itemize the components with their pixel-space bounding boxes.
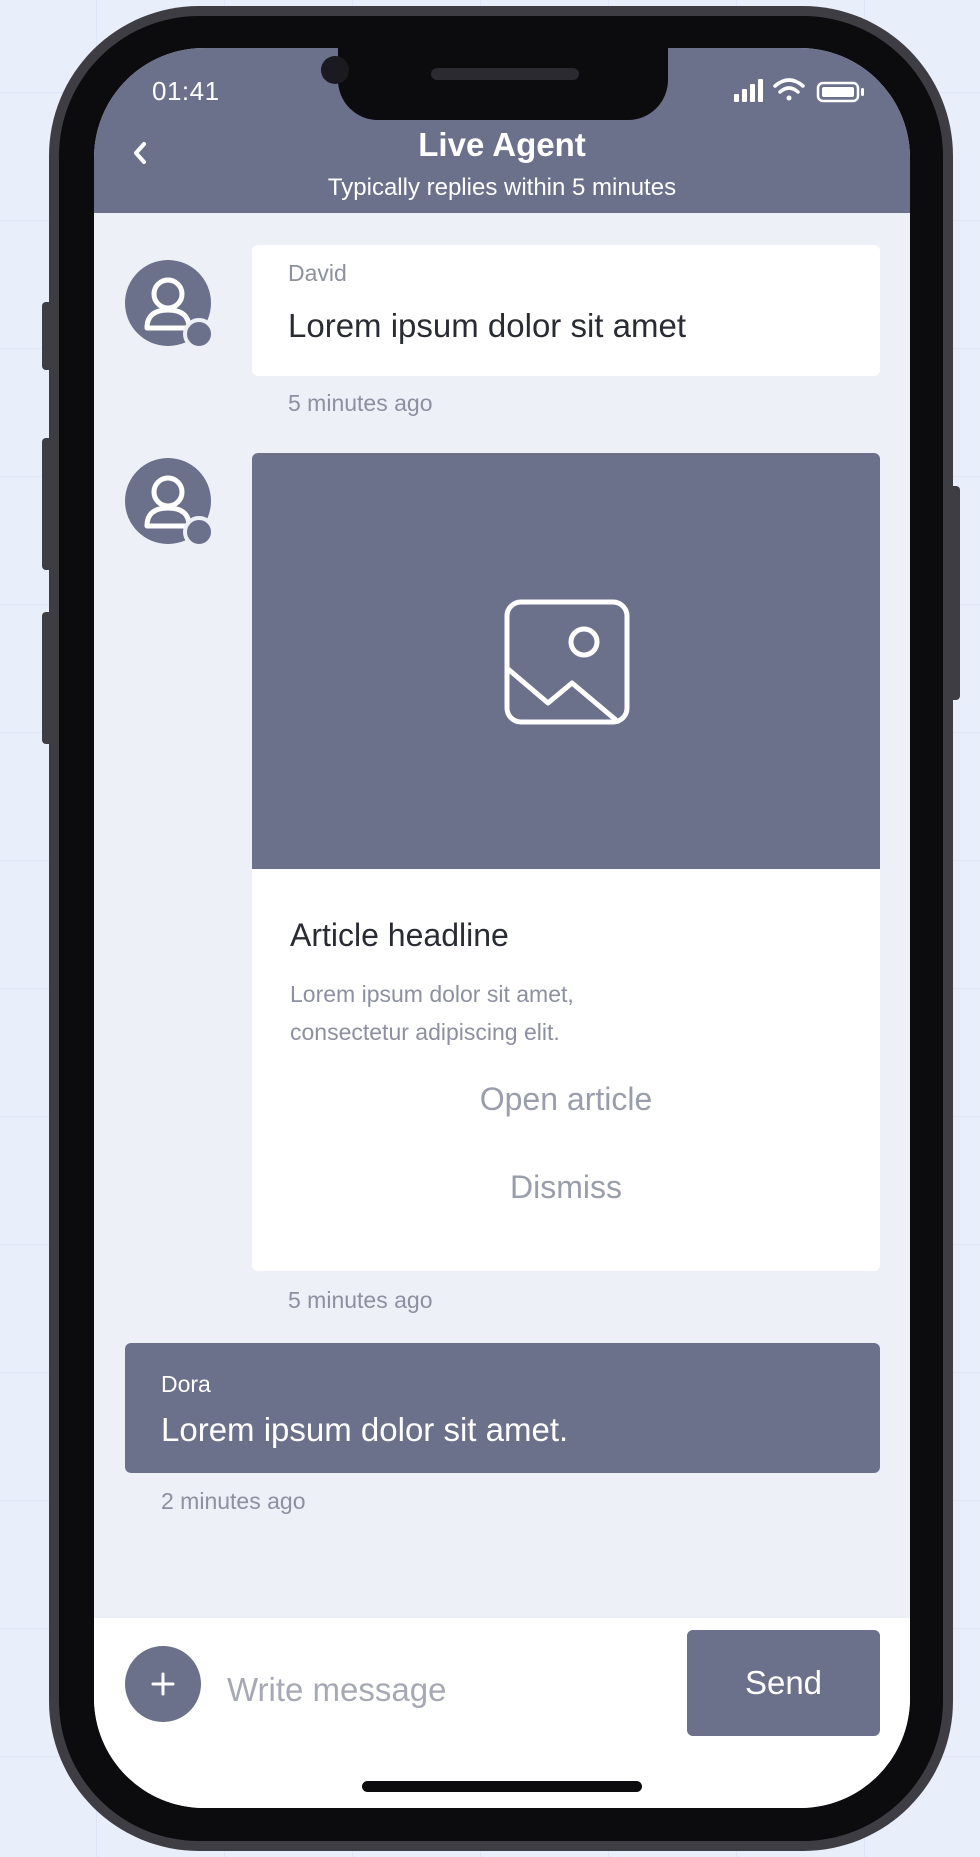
dismiss-button[interactable]: Dismiss [252, 1169, 880, 1206]
signal-icon [734, 79, 763, 102]
article-headline: Article headline [290, 917, 509, 953]
message-bubble: David Lorem ipsum dolor sit amet [252, 245, 880, 376]
article-description-line: consectetur adipiscing elit. [290, 1019, 560, 1045]
avatar [125, 260, 215, 350]
message-text: Lorem ipsum dolor sit amet. [161, 1411, 569, 1448]
battery-icon [816, 81, 864, 103]
image-placeholder-icon [504, 599, 630, 725]
stage: 01:41 Live Agent Typically replies withi… [0, 0, 980, 1857]
status-icons [734, 78, 864, 103]
add-attachment-button[interactable] [125, 1646, 201, 1722]
sender-name: Dora [161, 1371, 211, 1397]
send-button[interactable]: Send [687, 1630, 880, 1736]
article-description-line: Lorem ipsum dolor sit amet, [290, 981, 574, 1007]
online-status-dot [183, 318, 215, 350]
status-time: 01:41 [152, 76, 220, 106]
header-subtitle: Typically replies within 5 minutes [327, 174, 677, 201]
message-text: Lorem ipsum dolor sit amet [288, 307, 686, 344]
open-article-button[interactable]: Open article [252, 1081, 880, 1118]
home-indicator [362, 1781, 642, 1792]
avatar [125, 458, 215, 548]
message-timestamp: 2 minutes ago [161, 1488, 306, 1514]
message-timestamp: 5 minutes ago [288, 1287, 433, 1313]
article-description: Lorem ipsum dolor sit amet, consectetur … [290, 975, 810, 1051]
article-card: Article headline Lorem ipsum dolor sit a… [252, 453, 880, 1271]
message-timestamp: 5 minutes ago [288, 390, 433, 416]
wifi-icon [773, 78, 805, 101]
online-status-dot [183, 516, 215, 548]
header-title: Live Agent [418, 126, 586, 163]
sender-name: David [288, 260, 347, 286]
front-camera [321, 56, 349, 84]
phone-screen: 01:41 Live Agent Typically replies withi… [94, 48, 910, 1808]
notch [338, 48, 668, 120]
speaker-grille [431, 68, 579, 80]
message-input[interactable] [227, 1638, 687, 1742]
message-bubble-outgoing: Dora Lorem ipsum dolor sit amet. [125, 1343, 880, 1473]
plus-icon [151, 1672, 175, 1696]
article-image [252, 453, 880, 869]
